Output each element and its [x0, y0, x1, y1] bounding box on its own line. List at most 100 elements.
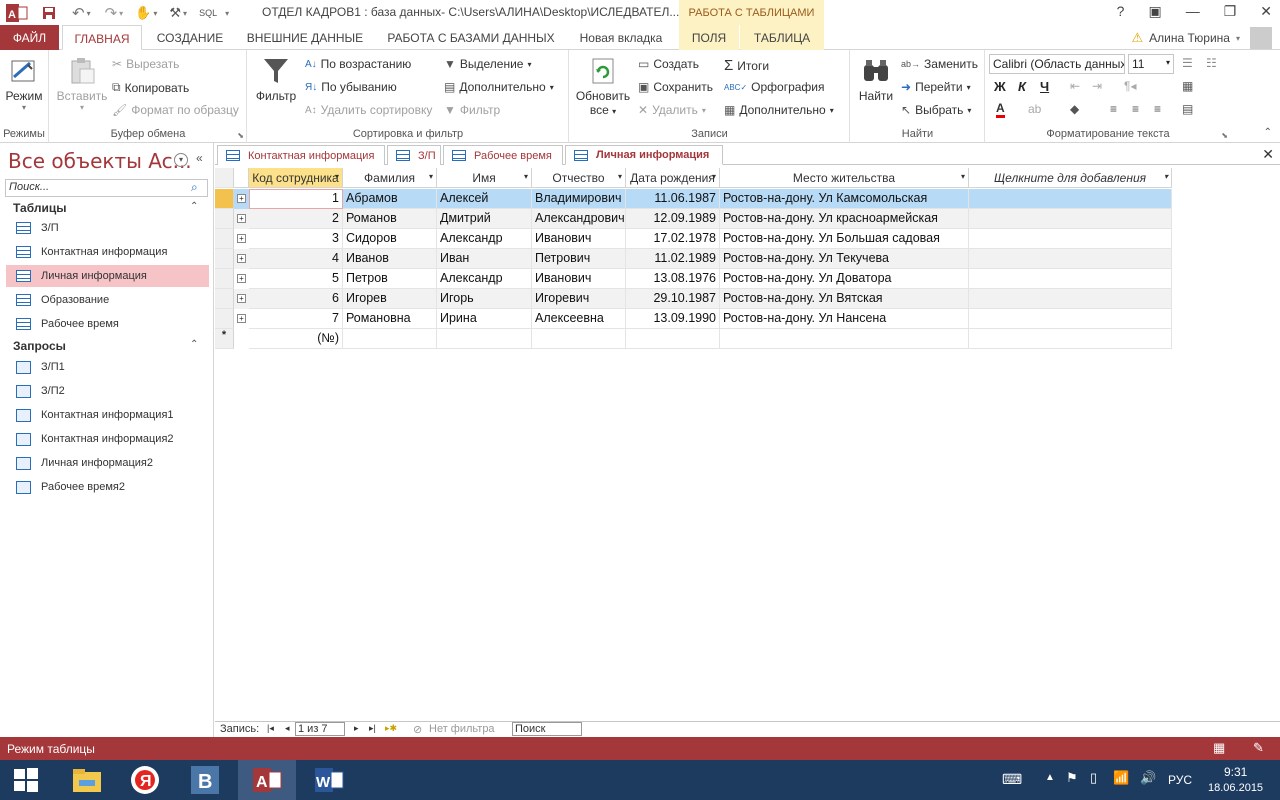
- cell-patronymic[interactable]: [532, 329, 626, 349]
- cell-id[interactable]: 6: [249, 289, 343, 309]
- nav-section-queries[interactable]: Запросы: [13, 339, 66, 353]
- doc-tab-personal-info[interactable]: Личная информация: [565, 145, 723, 165]
- chevron-down-icon[interactable]: ▾: [712, 172, 716, 181]
- cell-id[interactable]: 2: [249, 209, 343, 229]
- cell-surname[interactable]: Сидоров: [343, 229, 437, 249]
- cell-residence[interactable]: Ростов-на-дону. Ул Камсомольская: [720, 189, 969, 209]
- volume-icon[interactable]: 🔊: [1140, 770, 1156, 786]
- show-hidden-icons[interactable]: ▲: [1045, 772, 1055, 783]
- expand-subdatasheet-icon[interactable]: +: [237, 294, 246, 303]
- remove-sort-button[interactable]: A↕ Удалить сортировку: [305, 103, 432, 117]
- goto-button[interactable]: ➜ Перейти ▾: [901, 80, 971, 94]
- new-row-id[interactable]: (№): [249, 329, 343, 349]
- cell-id[interactable]: 3: [249, 229, 343, 249]
- collapse-ribbon-icon[interactable]: ⌃: [1264, 127, 1272, 138]
- cell-id[interactable]: 7: [249, 309, 343, 329]
- user-avatar[interactable]: [1250, 27, 1272, 49]
- table-row[interactable]: +7 Романовна Ирина Алексеевна 13.09.1990 Рост…: [215, 309, 1172, 329]
- table-row[interactable]: +6 Игорев Игорь Игоревич 29.10.1987 Ростов-на…: [215, 289, 1172, 309]
- nav-menu-dropdown-icon[interactable]: ▾: [174, 153, 188, 167]
- expand-subdatasheet-icon[interactable]: +: [237, 254, 246, 263]
- paste-button[interactable]: Вставить ▾: [56, 55, 108, 112]
- doc-tab-zp[interactable]: З/П: [387, 145, 441, 165]
- row-selector[interactable]: [215, 289, 234, 309]
- last-record-icon[interactable]: ▸|: [369, 723, 376, 734]
- cell-add[interactable]: [969, 189, 1172, 209]
- toggle-filter-button[interactable]: ▼ Фильтр: [444, 103, 500, 117]
- cell-residence[interactable]: Ростов-на-дону. Ул Текучева: [720, 249, 969, 269]
- sql-view-button[interactable]: SQL: [199, 8, 217, 18]
- cell-patronymic[interactable]: Иванович: [532, 269, 626, 289]
- taskbar-vk[interactable]: B: [176, 760, 234, 800]
- indent-decrease-icon[interactable]: ⇤: [1070, 79, 1080, 93]
- touch-dropdown-icon[interactable]: ▾: [153, 9, 157, 18]
- cell-add[interactable]: [969, 229, 1172, 249]
- redo-icon[interactable]: ↷: [105, 4, 118, 22]
- expand-subdatasheet-icon[interactable]: +: [237, 314, 246, 323]
- cell-name[interactable]: Иван: [437, 249, 532, 269]
- cell-surname[interactable]: Игорев: [343, 289, 437, 309]
- cell-add[interactable]: [969, 289, 1172, 309]
- select-all-corner[interactable]: [215, 168, 234, 188]
- minimize-icon[interactable]: —: [1186, 3, 1200, 20]
- align-left-icon[interactable]: ≡: [1110, 102, 1117, 116]
- chevron-down-icon[interactable]: ▾: [1164, 172, 1168, 181]
- current-record-input[interactable]: 1 из 7: [295, 722, 345, 736]
- cell-birthdate[interactable]: 11.02.1989: [626, 249, 720, 269]
- taskbar-access[interactable]: A: [238, 760, 296, 800]
- cell-surname[interactable]: Абрамов: [343, 189, 437, 209]
- paragraph-direction-icon[interactable]: ¶◂: [1124, 79, 1136, 93]
- cell-name[interactable]: Александр: [437, 269, 532, 289]
- indent-increase-icon[interactable]: ⇥: [1092, 79, 1102, 93]
- row-selector[interactable]: [215, 229, 234, 249]
- save-icon[interactable]: [42, 6, 56, 20]
- list-numbers-icon[interactable]: ☷: [1206, 56, 1217, 70]
- new-record-row[interactable]: * (№): [215, 329, 1172, 349]
- column-header-patronymic[interactable]: Отчество ▾: [532, 168, 626, 188]
- chevron-down-icon[interactable]: ▾: [961, 172, 965, 181]
- cell-surname[interactable]: Иванов: [343, 249, 437, 269]
- cell-surname[interactable]: [343, 329, 437, 349]
- datasheet-view-icon[interactable]: ▦: [1213, 740, 1225, 756]
- nav-query-zp1[interactable]: З/П1: [6, 356, 209, 378]
- no-filter-icon[interactable]: ⊘: [413, 723, 422, 736]
- font-color-icon[interactable]: A: [996, 102, 1005, 118]
- cell-add[interactable]: [969, 269, 1172, 289]
- advanced-filter-button[interactable]: ▤ Дополнительно ▾: [444, 80, 554, 94]
- cell-birthdate[interactable]: 29.10.1987: [626, 289, 720, 309]
- nav-table-contact-info[interactable]: Контактная информация: [6, 241, 209, 263]
- input-language[interactable]: РУС: [1168, 773, 1192, 787]
- design-view-icon[interactable]: ✎: [1253, 740, 1264, 756]
- tab-table[interactable]: ТАБЛИЦА: [740, 25, 824, 50]
- list-bullets-icon[interactable]: ☰: [1182, 56, 1193, 70]
- clock-time[interactable]: 9:31: [1224, 765, 1247, 779]
- doc-tab-work-time[interactable]: Рабочее время: [443, 145, 563, 165]
- collapse-section-icon[interactable]: ⌃: [190, 339, 198, 350]
- new-row-marker[interactable]: *: [215, 329, 234, 349]
- alternate-row-icon[interactable]: ▤: [1182, 102, 1193, 116]
- battery-icon[interactable]: ▯: [1090, 770, 1097, 786]
- cell-patronymic[interactable]: Александрович: [532, 209, 626, 229]
- column-header-id[interactable]: Код сотрудника ▾: [249, 168, 343, 188]
- dialog-launcher-icon[interactable]: ⬊: [237, 131, 244, 140]
- cell-surname[interactable]: Романов: [343, 209, 437, 229]
- tab-new[interactable]: Новая вкладка: [572, 25, 670, 50]
- fill-color-icon[interactable]: ◆: [1070, 102, 1079, 116]
- chevron-down-icon[interactable]: ▾: [335, 172, 339, 181]
- first-record-icon[interactable]: |◂: [267, 723, 274, 734]
- tab-database-tools[interactable]: РАБОТА С БАЗАМИ ДАННЫХ: [380, 25, 562, 50]
- format-painter-button[interactable]: 🖌 Формат по образцу: [112, 103, 239, 117]
- cell-add[interactable]: [969, 329, 1172, 349]
- cell-add[interactable]: [969, 249, 1172, 269]
- chevron-down-icon[interactable]: ▾: [429, 172, 433, 181]
- replace-button[interactable]: ab→ Заменить: [901, 57, 978, 71]
- table-row[interactable]: +2 Романов Дмитрий Александрович 12.09.1989 Р…: [215, 209, 1172, 229]
- cell-surname[interactable]: Романовна: [343, 309, 437, 329]
- cell-patronymic[interactable]: Иванович: [532, 229, 626, 249]
- nav-query-contact-info2[interactable]: Контактная информация2: [6, 428, 209, 450]
- taskbar-yandex-browser[interactable]: Я: [116, 760, 174, 800]
- action-center-icon[interactable]: ⚑: [1066, 770, 1078, 786]
- redo-dropdown-icon[interactable]: ▾: [119, 9, 123, 18]
- cell-patronymic[interactable]: Алексеевна: [532, 309, 626, 329]
- cell-residence[interactable]: Ростов-на-дону. Ул красноармейская: [720, 209, 969, 229]
